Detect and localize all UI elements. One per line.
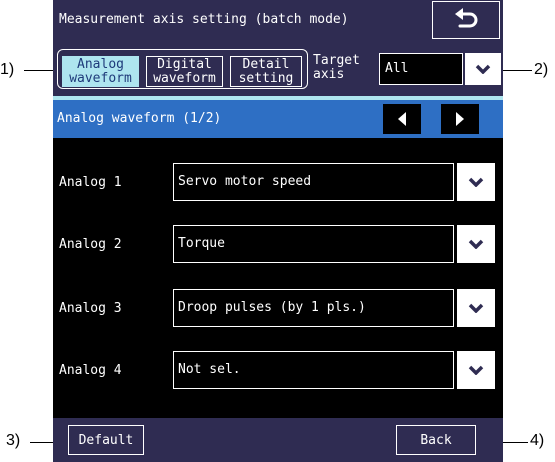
target-axis-dropdown-button[interactable]: [465, 53, 501, 85]
chevron-down-icon: [468, 177, 484, 187]
next-page-button[interactable]: [441, 104, 479, 134]
analog-3-dropdown-button[interactable]: [457, 289, 495, 327]
section-bar: Analog waveform (1/2): [53, 100, 503, 138]
analog-1-label: Analog 1: [59, 175, 122, 190]
screen-title: Measurement axis setting (batch mode): [59, 12, 349, 27]
callout-2-line: [499, 70, 532, 71]
analog-1-dropdown-button[interactable]: [457, 163, 495, 201]
tab-group: Analog waveform Digital waveform Detail …: [57, 49, 308, 89]
callout-3: 3): [6, 432, 21, 449]
return-arrow-icon: [455, 8, 478, 28]
section-title: Analog waveform (1/2): [57, 111, 222, 126]
tab-detail-setting[interactable]: Detail setting: [230, 56, 302, 87]
analog-2-label: Analog 2: [59, 237, 122, 252]
analog-4-dropdown-button[interactable]: [457, 351, 495, 389]
analog-1-field[interactable]: Servo motor speed: [173, 163, 454, 201]
analog-4-field[interactable]: Not sel.: [173, 351, 454, 389]
prev-page-button[interactable]: [383, 104, 421, 134]
triangle-left-icon: [398, 112, 406, 126]
chevron-down-icon: [468, 239, 484, 249]
analog-3-field[interactable]: Droop pulses (by 1 pls.): [173, 289, 454, 327]
return-button[interactable]: [432, 1, 500, 39]
hmi-screen: Measurement axis setting (batch mode) An…: [53, 0, 503, 462]
triangle-right-icon: [456, 112, 464, 126]
chevron-down-icon: [475, 64, 491, 74]
callout-4: 4): [530, 432, 545, 449]
target-axis-label: Target axis: [313, 53, 360, 82]
analog-2-field[interactable]: Torque: [173, 225, 454, 263]
tab-analog-waveform[interactable]: Analog waveform: [62, 56, 139, 87]
analog-4-label: Analog 4: [59, 363, 122, 378]
title-bar: Measurement axis setting (batch mode): [53, 0, 503, 44]
chevron-down-icon: [468, 303, 484, 313]
target-axis-field[interactable]: All: [379, 53, 463, 85]
chevron-down-icon: [468, 365, 484, 375]
callout-1: 1): [0, 61, 15, 78]
default-button[interactable]: Default: [68, 425, 144, 455]
tab-bar: Analog waveform Digital waveform Detail …: [53, 44, 503, 96]
bottom-bar: Default Back: [53, 418, 503, 462]
analog-3-label: Analog 3: [59, 301, 122, 316]
callout-2: 2): [534, 61, 549, 78]
tab-digital-waveform[interactable]: Digital waveform: [146, 56, 223, 87]
back-button[interactable]: Back: [396, 425, 476, 455]
analog-2-dropdown-button[interactable]: [457, 225, 495, 263]
